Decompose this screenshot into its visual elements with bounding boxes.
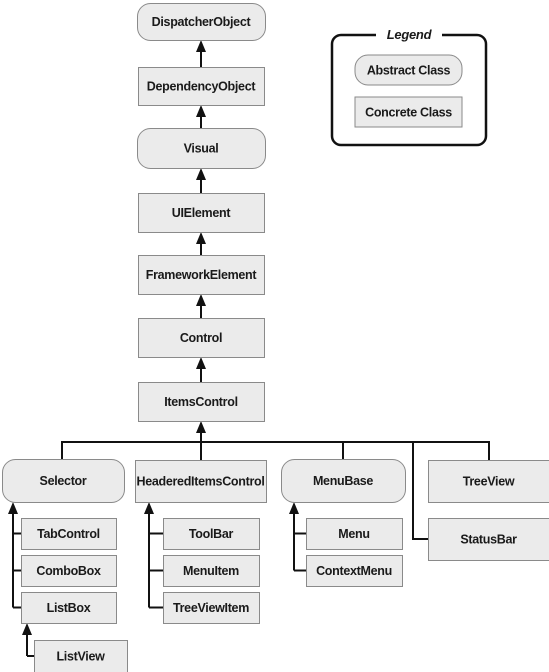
- class-label: ListView: [56, 650, 105, 664]
- class-node-frameworkelement: FrameworkElement: [138, 255, 265, 295]
- class-label: ItemsControl: [164, 395, 238, 409]
- legend-abstract-label: Abstract Class: [367, 64, 451, 78]
- arrowhead-icon: [289, 502, 299, 514]
- class-node-visual: Visual: [137, 128, 266, 169]
- class-node-listview: ListView: [34, 640, 128, 672]
- class-node-menuitem: MenuItem: [163, 555, 260, 587]
- class-node-menu: Menu: [306, 518, 403, 550]
- class-node-treeview: TreeView: [428, 460, 549, 503]
- class-node-dispatcherobject: DispatcherObject: [137, 3, 266, 41]
- class-label: MenuBase: [313, 474, 373, 488]
- class-node-contextmenu: ContextMenu: [306, 555, 403, 587]
- arrowhead-icon: [196, 232, 206, 244]
- legend-title: Legend: [387, 27, 433, 42]
- class-label: MenuItem: [183, 564, 239, 578]
- arrowhead-icon: [196, 421, 206, 433]
- class-node-control: Control: [138, 318, 265, 358]
- class-node-selector: Selector: [2, 459, 125, 503]
- arrowhead-icon: [22, 623, 32, 635]
- class-label: DependencyObject: [147, 80, 257, 94]
- arrowhead-icon: [144, 502, 154, 514]
- class-node-listbox: ListBox: [21, 592, 117, 624]
- class-label: Selector: [40, 474, 87, 488]
- class-node-menubase: MenuBase: [281, 459, 406, 503]
- class-node-dependencyobject: DependencyObject: [138, 67, 265, 106]
- class-label: HeaderedItemsControl: [136, 475, 264, 489]
- class-node-itemscontrol: ItemsControl: [138, 382, 265, 422]
- legend: Legend Abstract Class Concrete Class: [330, 27, 488, 147]
- diagram-canvas: DispatcherObject DependencyObject Visual UI…: [2, 3, 549, 672]
- class-label: TreeView: [463, 475, 515, 489]
- class-label: Visual: [184, 142, 219, 156]
- class-label: DispatcherObject: [152, 15, 252, 29]
- arrowhead-icon: [196, 105, 206, 117]
- class-node-treeviewitem: TreeViewItem: [163, 592, 260, 624]
- legend-frame: [330, 33, 488, 147]
- class-label: Menu: [338, 527, 369, 541]
- arrowhead-icon: [8, 502, 18, 514]
- class-label: FrameworkElement: [146, 268, 258, 282]
- class-node-headereditemscontrol: HeaderedItemsControl: [135, 460, 267, 503]
- class-label: Control: [180, 331, 222, 345]
- class-node-statusbar: StatusBar: [428, 518, 549, 561]
- class-node-tabcontrol: TabControl: [21, 518, 117, 550]
- class-label: ComboBox: [36, 564, 101, 578]
- class-node-combobox: ComboBox: [21, 555, 117, 587]
- legend-concrete-label: Concrete Class: [365, 106, 452, 120]
- class-label: StatusBar: [460, 533, 517, 547]
- class-label: TreeViewItem: [173, 601, 249, 615]
- class-label: TabControl: [37, 527, 100, 541]
- arrowhead-icon: [196, 40, 206, 52]
- class-label: ContextMenu: [316, 564, 392, 578]
- class-label: UIElement: [172, 206, 232, 220]
- class-label: ToolBar: [189, 527, 234, 541]
- arrowhead-icon: [196, 294, 206, 306]
- class-node-uielement: UIElement: [138, 193, 265, 233]
- class-node-toolbar: ToolBar: [163, 518, 260, 550]
- inheritance-line: [412, 442, 428, 540]
- arrowhead-icon: [196, 357, 206, 369]
- arrowhead-icon: [196, 168, 206, 180]
- class-hierarchy-diagram: DispatcherObject DependencyObject Visual UI…: [0, 0, 549, 672]
- class-label: ListBox: [47, 601, 91, 615]
- inheritance-bus: [61, 441, 490, 460]
